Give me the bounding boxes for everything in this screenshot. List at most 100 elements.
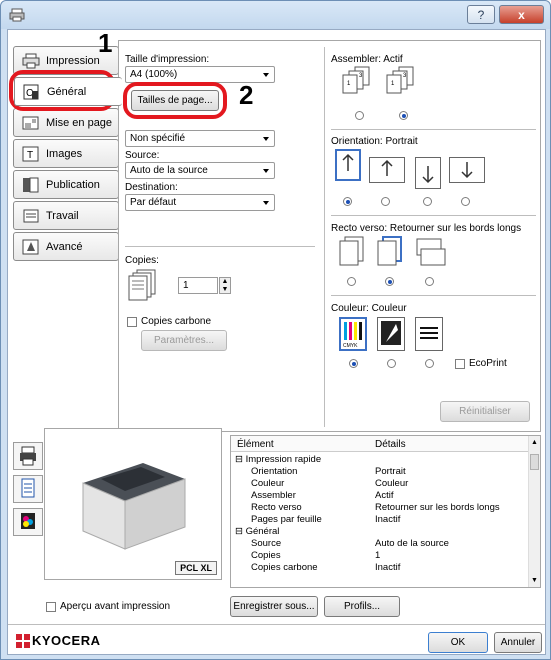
collate-label: Assembler: Actif: [331, 54, 403, 65]
row-details: Inactif: [375, 514, 401, 525]
row-item: Source: [251, 538, 282, 549]
printer-view-icon: [20, 446, 36, 466]
tab-label: Impression: [46, 54, 100, 67]
document-view-button[interactable]: [13, 475, 43, 503]
orientation-portrait-rotated-icon[interactable]: [415, 157, 441, 189]
print-size-label: Taille d'impression:: [125, 54, 210, 65]
monochrome-mode-radio[interactable]: [425, 359, 434, 368]
table-row[interactable]: Recto verso Retourner sur les bords longs: [231, 502, 529, 513]
grid-scrollbar[interactable]: ▲ ▼: [528, 436, 540, 587]
orientation-portrait-rotated-radio[interactable]: [423, 197, 432, 206]
source-select[interactable]: Auto de la source: [125, 162, 275, 179]
panel-divider: [324, 47, 325, 427]
row-details: Couleur: [375, 478, 409, 489]
row-details: Inactif: [375, 562, 401, 573]
tab-mise-en-page[interactable]: Mise en page: [13, 108, 119, 137]
table-row[interactable]: Couleur Couleur: [231, 478, 529, 489]
collate-on-radio[interactable]: [399, 111, 408, 120]
grid-header: Élément Détails: [231, 436, 529, 452]
color-label: Couleur: Couleur: [331, 303, 407, 314]
printer-view-button[interactable]: [13, 442, 43, 470]
table-row[interactable]: Pages par feuille Inactif: [231, 514, 529, 525]
monochrome-mode-icon[interactable]: [415, 317, 443, 351]
table-row[interactable]: Source Auto de la source: [231, 538, 529, 549]
media-type-select[interactable]: Non spécifié: [125, 130, 275, 147]
tab-images[interactable]: T Images: [13, 139, 119, 168]
help-button[interactable]: ?: [467, 5, 495, 24]
row-item: Copies: [251, 550, 281, 561]
carbon-copies-checkbox[interactable]: [127, 317, 137, 327]
row-item: Recto verso: [251, 502, 302, 513]
duplex-label: Recto verso: Retourner sur les bords lon…: [331, 223, 522, 234]
close-button[interactable]: x: [499, 5, 544, 24]
table-row[interactable]: ⊟ Impression rapide: [231, 454, 529, 465]
duplex-long-edge-radio[interactable]: [385, 277, 394, 286]
grayscale-mode-icon[interactable]: [377, 317, 405, 351]
save-as-button[interactable]: Enregistrer sous...: [230, 596, 318, 617]
duplex-short-edge-radio[interactable]: [425, 277, 434, 286]
color-view-button[interactable]: [13, 508, 43, 536]
section-divider: [331, 215, 536, 216]
duplex-off-icon[interactable]: [337, 235, 367, 269]
source-label: Source:: [125, 150, 160, 161]
table-row[interactable]: Orientation Portrait: [231, 466, 529, 477]
profiles-button[interactable]: Profils...: [324, 596, 400, 617]
collate-on-icon[interactable]: 31: [385, 65, 421, 101]
table-row[interactable]: Copies 1: [231, 550, 529, 561]
row-item: ⊟ Impression rapide: [235, 454, 322, 465]
reset-button[interactable]: Réinitialiser: [440, 401, 530, 422]
color-mode-radio[interactable]: [349, 359, 358, 368]
orientation-landscape-rotated-icon[interactable]: [449, 157, 485, 183]
cancel-button[interactable]: Annuler: [494, 632, 542, 653]
color-mode-icon[interactable]: CMYK: [339, 317, 367, 351]
collate-off-icon[interactable]: 31: [341, 65, 377, 101]
printer-tab-icon: [22, 53, 40, 68]
tab-avance[interactable]: Avancé: [13, 232, 119, 261]
row-details: Actif: [375, 490, 394, 501]
tab-general[interactable]: C Général: [14, 77, 122, 106]
tab-label: Travail: [46, 209, 79, 222]
general-settings-panel: Taille d'impression: A4 (100%) Tailles d…: [118, 40, 541, 432]
duplex-long-edge-icon[interactable]: [375, 235, 405, 269]
title-bar: ? x: [1, 1, 550, 29]
advanced-tab-icon: [22, 239, 39, 254]
tab-travail[interactable]: Travail: [13, 201, 119, 230]
table-row[interactable]: Assembler Actif: [231, 490, 529, 501]
orientation-landscape-radio[interactable]: [381, 197, 390, 206]
orientation-landscape-rotated-radio[interactable]: [461, 197, 470, 206]
kyocera-brand: KYOCERA: [32, 633, 101, 648]
footer-divider: [8, 624, 545, 625]
ecoprint-label: EcoPrint: [469, 358, 507, 369]
parameters-button[interactable]: Paramètres...: [141, 330, 227, 351]
ecoprint-checkbox[interactable]: [455, 359, 465, 369]
tab-publication[interactable]: Publication: [13, 170, 119, 199]
section-divider: [331, 295, 536, 296]
orientation-landscape-icon[interactable]: [369, 157, 405, 183]
publication-tab-icon: [23, 177, 39, 192]
grid-col-item: Élément: [237, 439, 274, 450]
table-row[interactable]: Copies carbone Inactif: [231, 562, 529, 573]
document-view-icon: [21, 478, 35, 498]
grid-col-details: Détails: [375, 439, 406, 450]
svg-text:CMYK: CMYK: [343, 343, 358, 349]
grayscale-mode-radio[interactable]: [387, 359, 396, 368]
row-details: Portrait: [375, 466, 406, 477]
callout-number-2: 2: [239, 80, 254, 110]
settings-summary-grid[interactable]: Élément Détails ⊟ Impression rapide Orien…: [230, 435, 541, 588]
destination-select[interactable]: Par défaut: [125, 194, 275, 211]
callout-ring-page-sizes: [123, 82, 227, 119]
table-row[interactable]: ⊟ Général: [231, 526, 529, 537]
copies-spinner[interactable]: ▲ ▼: [219, 277, 231, 294]
duplex-off-radio[interactable]: [347, 277, 356, 286]
preview-checkbox[interactable]: [46, 602, 56, 612]
copies-label: Copies:: [125, 255, 159, 266]
collate-off-radio[interactable]: [355, 111, 364, 120]
section-divider: [331, 129, 536, 130]
orientation-portrait-icon[interactable]: [335, 149, 361, 181]
duplex-short-edge-icon[interactable]: [413, 235, 447, 269]
orientation-portrait-radio[interactable]: [343, 197, 352, 206]
ok-button[interactable]: OK: [428, 632, 488, 653]
copies-input[interactable]: 1: [178, 277, 218, 294]
dialog-client-area: Impression C Général Mise en page T Imag…: [7, 28, 546, 655]
printer-image: [82, 463, 186, 550]
